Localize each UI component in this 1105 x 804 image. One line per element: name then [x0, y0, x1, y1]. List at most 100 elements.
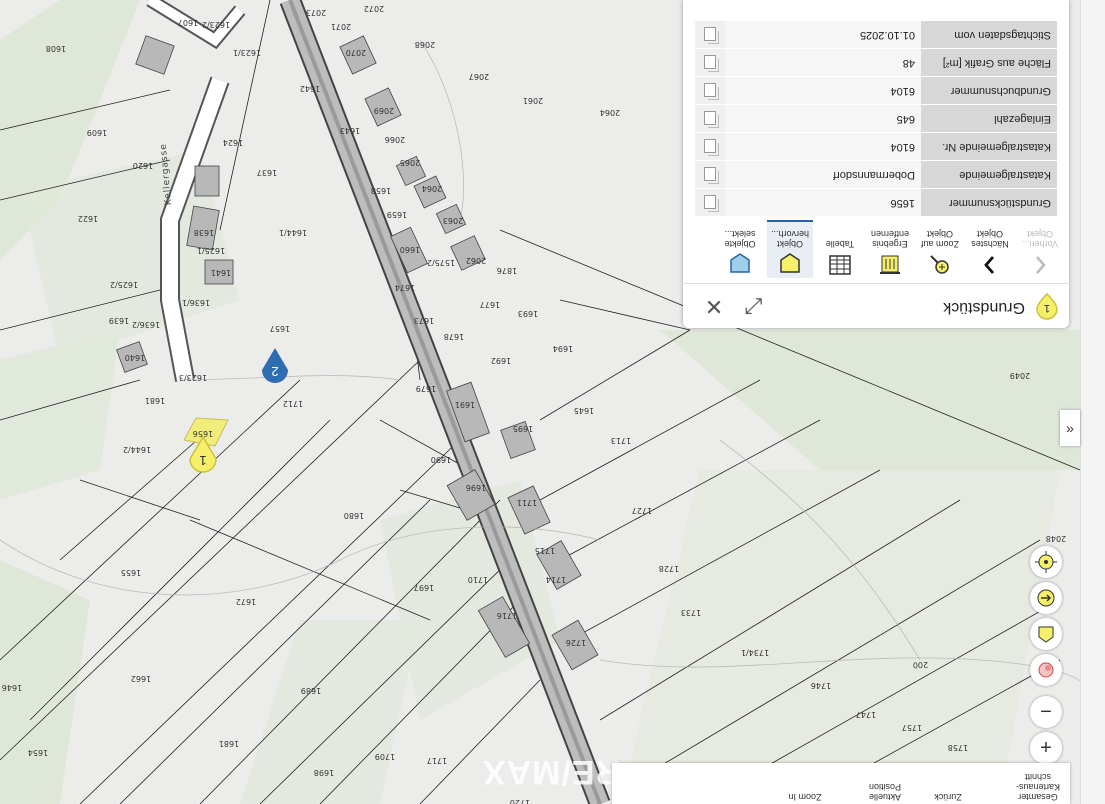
result-badge-icon: 1 — [1036, 292, 1058, 320]
parcel-number-label: 1620 — [133, 161, 153, 170]
attribute-row: Fläche aus Grafik [m²] 48 — [695, 48, 1057, 76]
parcel-number-label: 1728 — [659, 564, 679, 573]
full-extent-button[interactable]: Gesamter Kartenaus-schnitt — [1012, 772, 1064, 802]
highlight-object-icon — [780, 253, 800, 273]
zoom-to-object-icon — [930, 255, 949, 274]
parcel-number-label: 1757 — [902, 723, 922, 732]
parcel-number-label: 1710 — [468, 575, 488, 584]
parcel-number-label: 1641 — [211, 268, 231, 277]
parcel-number-label: 2070 — [346, 48, 366, 57]
parcel-number-label: 1681 — [145, 396, 165, 405]
parcel-number-label: 1681 — [219, 739, 239, 748]
expand-sidebar-button[interactable]: » — [1060, 410, 1080, 446]
right-sidebar-strip — [1080, 0, 1105, 804]
parcel-number-label: 2065 — [400, 158, 420, 167]
parcel-number-label: 1673 — [414, 316, 434, 325]
previous-object-button[interactable]: Vorheri... Objekt — [1017, 222, 1063, 278]
parcel-number-label: 2068 — [415, 40, 435, 49]
parcel-number-label: 1720 — [510, 798, 530, 804]
attribute-table: Grundstücksnummer 1656 Katastralgemeinde D… — [695, 20, 1057, 216]
bottom-toolbar: Gesamter Kartenaus-schnitt Zurück Aktuel… — [612, 763, 1070, 804]
parcel-number-label: 1698 — [314, 768, 334, 777]
parcel-number-label: 1644/2 — [123, 445, 151, 454]
select-objects-button[interactable]: Objekte selekt... — [717, 222, 763, 278]
parcel-number-label: 1678 — [444, 332, 464, 341]
back-button[interactable]: Zurück — [928, 792, 968, 802]
zoom-to-object-button[interactable]: Zoom auf Objekt — [917, 222, 963, 278]
parcel-number-label: 2072 — [364, 4, 384, 13]
parcel-number-label: 1727 — [632, 506, 652, 515]
remove-result-button[interactable]: Ergebnis entfernen — [867, 222, 913, 278]
remax-watermark: RE/MAX — [482, 753, 621, 791]
parcel-number-label: 1662 — [131, 674, 151, 683]
chevron-left-icon — [1036, 256, 1046, 274]
panel-header: 1 Grundstück ⤢ ✕ — [683, 283, 1069, 328]
parcel-number-label: 1726 — [566, 638, 586, 647]
locate-icon[interactable] — [1030, 546, 1062, 578]
zoom-out-button[interactable]: − — [1030, 696, 1062, 728]
parcel-number-label: 1679 — [416, 384, 436, 393]
parcel-number-label: 1623/2 — [202, 20, 230, 29]
parcel-number-label: 1716 — [497, 611, 517, 620]
zoom-in-text-button[interactable]: Zoom In — [780, 792, 830, 802]
attribute-row: Stichtagsdaten vom 01.10.2025 — [695, 20, 1057, 48]
attribute-row: Grundstücksnummer 1656 — [695, 188, 1057, 216]
zoom-in-button[interactable]: + — [1030, 732, 1062, 764]
parcel-number-label: 1575/2 — [427, 258, 455, 267]
parcel-number-label: 1644/1 — [279, 228, 307, 237]
parcel-number-label: 2063 — [443, 216, 463, 225]
parcel-number-label: 1733 — [681, 608, 701, 617]
copy-icon[interactable] — [695, 189, 725, 216]
parcel-number-label: 2061 — [523, 96, 543, 105]
back-arrow-icon[interactable] — [1030, 582, 1062, 614]
parcel-number-label: 2069 — [374, 106, 394, 115]
parcel-number-label: 1646 — [2, 683, 22, 692]
parcel-number-label: 1694 — [553, 344, 573, 353]
parcel-number-label: 2064 — [422, 184, 442, 193]
parcel-number-label: 2073 — [306, 8, 326, 17]
parcel-number-label: 1712 — [283, 399, 303, 408]
parcel-number-label: 1657 — [270, 324, 290, 333]
parcel-number-label: 1747 — [856, 710, 876, 719]
parcel-number-label: 1658 — [371, 186, 391, 195]
parcel-number-label: 1672 — [236, 597, 256, 606]
copy-icon[interactable] — [695, 77, 725, 104]
parcel-number-label: 1734/1 — [741, 648, 769, 657]
parcel-number-label: 1624 — [223, 138, 243, 147]
parcel-number-label: 1636/1 — [182, 298, 210, 307]
copy-icon[interactable] — [695, 133, 725, 160]
feature-info-panel: 1 Grundstück ⤢ ✕ Vorheri... Objekt Nächs… — [683, 0, 1069, 328]
parcel-number-label: 1680 — [344, 511, 364, 520]
parcel-number-label: 1697 — [414, 583, 434, 592]
next-object-button[interactable]: Nächstes Objekt — [967, 222, 1013, 278]
svg-text:1: 1 — [1044, 302, 1050, 314]
parcel-number-label: 2048 — [1046, 534, 1066, 543]
parcel-number-label: 1691 — [455, 400, 475, 409]
parcel-number-label: 1637 — [257, 168, 277, 177]
parcel-number-label: 1746 — [811, 681, 831, 690]
marker-1-label: 1 — [199, 453, 206, 468]
copy-icon[interactable] — [695, 49, 725, 76]
maximize-button[interactable]: ⤢ — [741, 294, 767, 319]
parcel-number-label: 1713 — [611, 436, 631, 445]
attribute-row: Katastralgemeinde Dobermannsdorf — [695, 160, 1057, 188]
parcel-number-label: 1715 — [535, 546, 555, 555]
parcel-number-label: 1876 — [497, 266, 517, 275]
copy-icon[interactable] — [695, 105, 725, 132]
parcel-number-label: 1645 — [574, 406, 594, 415]
copy-icon[interactable] — [695, 21, 725, 48]
table-button[interactable]: Tabelle — [817, 222, 863, 278]
parcel-number-label: 2066 — [385, 135, 405, 144]
parcel-number-label: 1638 — [194, 228, 214, 237]
full-extent-icon[interactable] — [1030, 618, 1062, 650]
parcel-number-label: 1639 — [109, 316, 129, 325]
location-pin-icon[interactable] — [1030, 654, 1062, 686]
highlight-object-button[interactable]: Objekt hervorh... — [767, 220, 813, 278]
close-button[interactable]: ✕ — [701, 294, 727, 319]
copy-icon[interactable] — [695, 161, 725, 188]
parcel-number-label: 1696 — [466, 483, 486, 492]
panel-toolbar: Vorheri... Objekt Nächstes Objekt Zoom a… — [683, 216, 1069, 284]
parcel-number-label: 1659 — [387, 210, 407, 219]
current-position-button[interactable]: Aktuelle Position — [860, 782, 910, 802]
parcel-number-label: 2062 — [466, 256, 486, 265]
